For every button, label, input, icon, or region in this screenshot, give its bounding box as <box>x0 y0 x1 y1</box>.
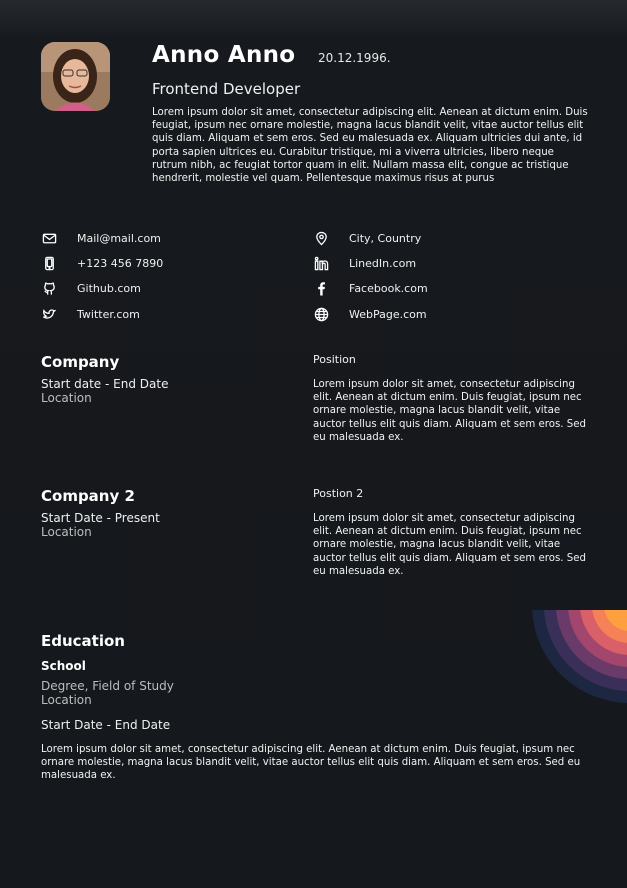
location-text: City, Country <box>349 231 422 245</box>
job-description: Lorem ipsum dolor sit amet, consectetur … <box>313 379 586 443</box>
phone-icon <box>41 255 57 271</box>
job-title: Frontend Developer <box>152 80 301 98</box>
avatar <box>41 42 110 111</box>
facebook-text: Facebook.com <box>349 281 428 295</box>
school-name: School <box>41 659 86 673</box>
contact-webpage[interactable]: WebPage.com <box>313 305 427 323</box>
decorative-arcs <box>530 610 627 710</box>
twitter-text: Twitter.com <box>77 307 140 321</box>
job-dates: Start date - End Date <box>41 377 169 391</box>
contact-github[interactable]: Github.com <box>41 279 141 297</box>
contact-mail[interactable]: Mail@mail.com <box>41 229 161 247</box>
linkedin-text: LinedIn.com <box>349 256 417 270</box>
degree: Degree, Field of Study <box>41 679 174 693</box>
education-heading: Education <box>41 632 125 650</box>
contact-facebook[interactable]: Facebook.com <box>313 279 428 297</box>
profile-photo <box>41 42 110 111</box>
job-position: Position <box>313 353 356 366</box>
contact-linkedin[interactable]: LinedIn.com <box>313 254 416 272</box>
job-location: Location <box>41 525 92 539</box>
mail-icon <box>41 230 57 246</box>
location-icon <box>313 230 329 246</box>
facebook-icon <box>313 280 329 296</box>
contact-location[interactable]: City, Country <box>313 229 421 247</box>
education-description: Lorem ipsum dolor sit amet, consectetur … <box>41 744 581 782</box>
linkedin-icon <box>313 255 329 271</box>
contact-phone[interactable]: +123 456 7890 <box>41 254 163 272</box>
mail-text: Mail@mail.com <box>77 231 161 245</box>
job-position: Postion 2 <box>313 487 364 500</box>
webpage-text: WebPage.com <box>349 307 427 321</box>
twitter-icon <box>41 306 57 322</box>
profile-summary: Lorem ipsum dolor sit amet, consectetur … <box>152 107 588 185</box>
education-location: Location <box>41 693 92 707</box>
company-name: Company <box>41 353 120 371</box>
job-dates: Start Date - Present <box>41 511 160 525</box>
education-dates: Start Date - End Date <box>41 718 171 732</box>
job-description: Lorem ipsum dolor sit amet, consectetur … <box>313 513 586 577</box>
person-name: Anno Anno <box>152 42 296 68</box>
date-of-birth: 20.12.1996. <box>318 51 391 65</box>
company-name: Company 2 <box>41 487 135 505</box>
github-icon <box>41 280 57 296</box>
contact-twitter[interactable]: Twitter.com <box>41 305 140 323</box>
globe-icon <box>313 306 329 322</box>
phone-text: +123 456 7890 <box>77 256 164 270</box>
job-location: Location <box>41 391 92 405</box>
github-text: Github.com <box>77 281 141 295</box>
